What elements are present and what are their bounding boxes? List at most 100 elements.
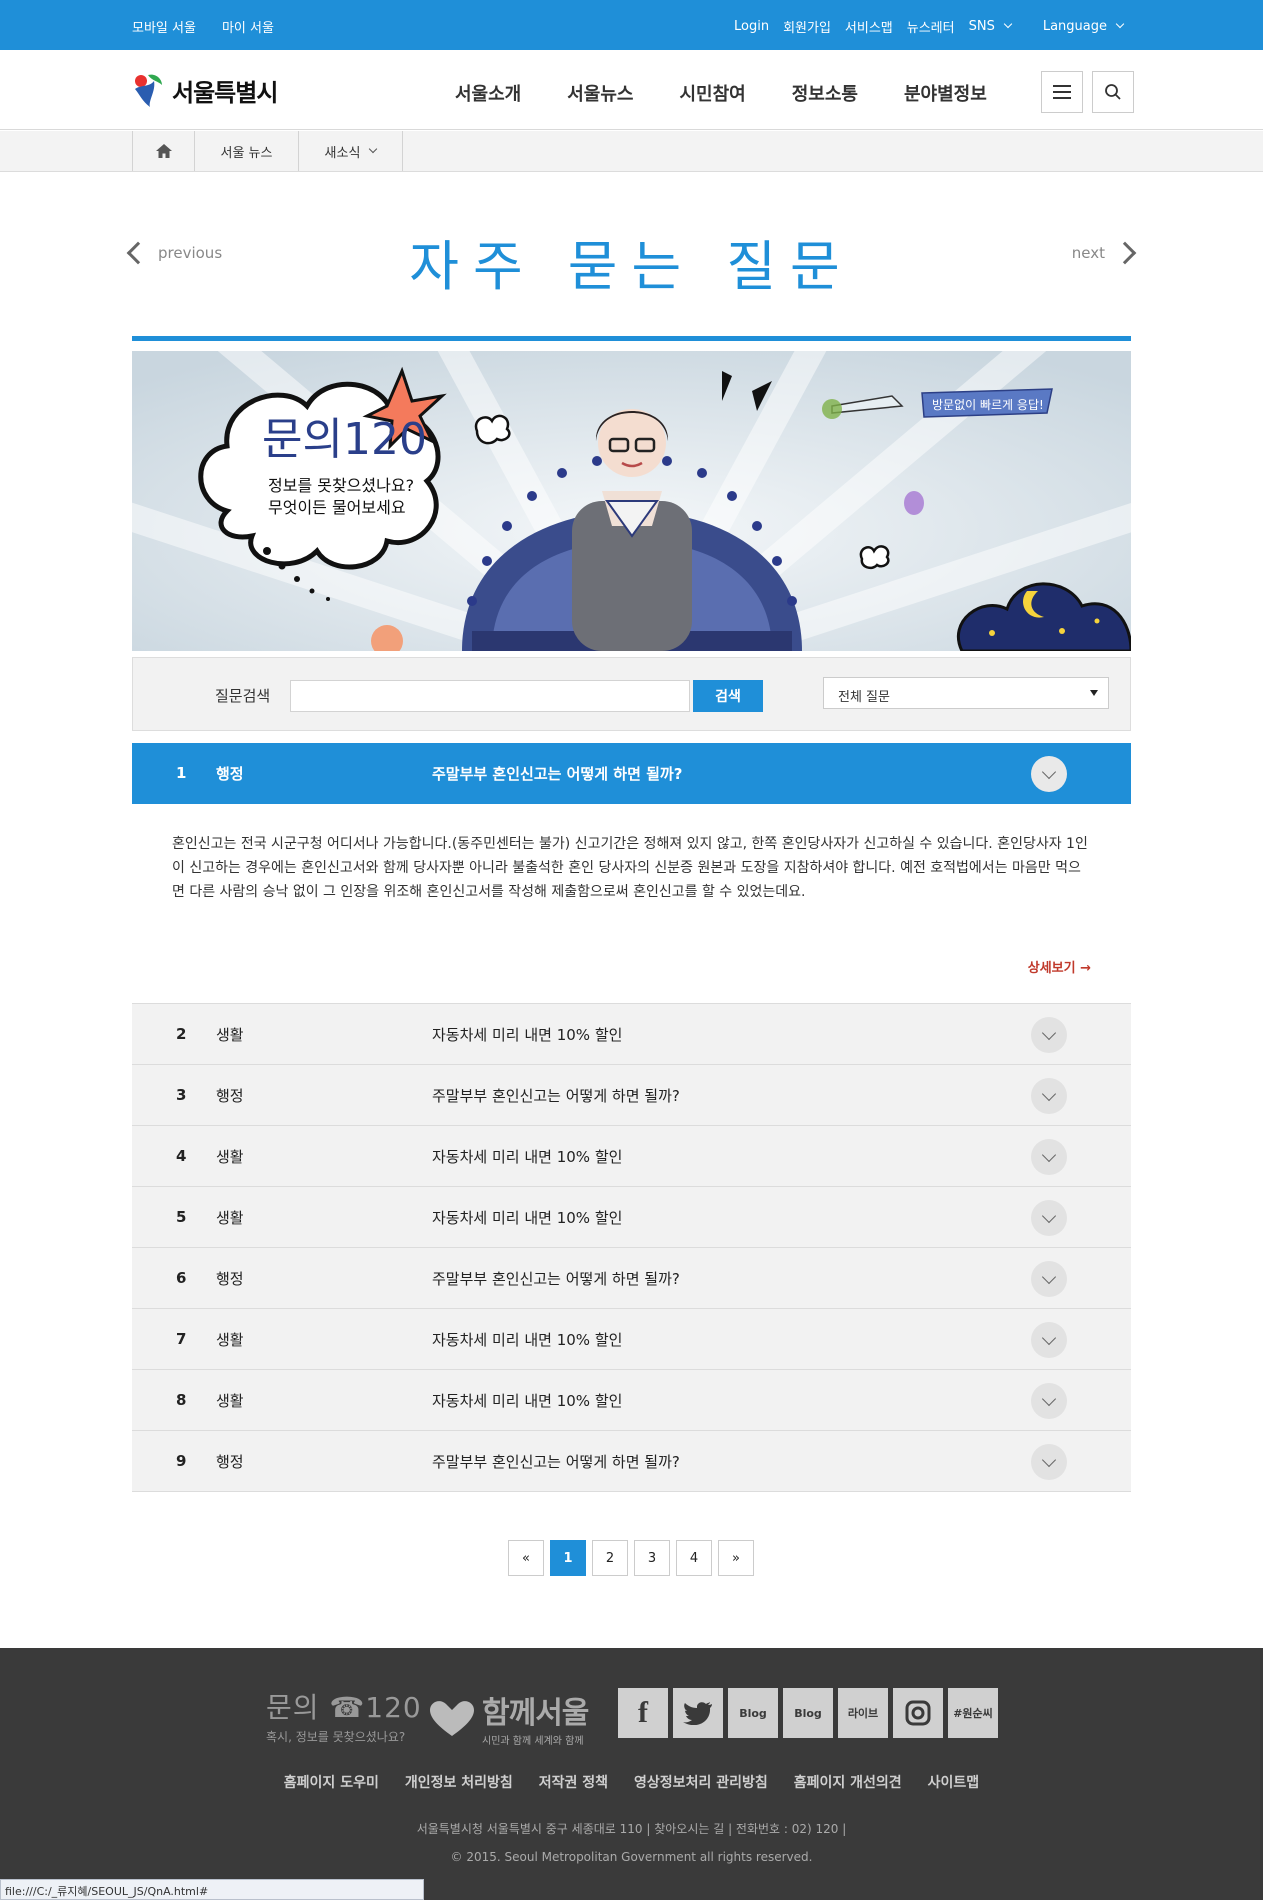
twitter-icon[interactable] (673, 1688, 723, 1738)
mobile-seoul-link[interactable]: 모바일 서울 (132, 17, 196, 36)
faq-question: 주말부부 혼인신고는 어떻게 하면 될까? (432, 1087, 680, 1105)
faq-category: 생활 (216, 1392, 244, 1410)
nav-info[interactable]: 정보소통 (792, 80, 858, 106)
nav-citizen[interactable]: 시민참여 (680, 80, 746, 106)
faq-row[interactable]: 2 생활 자동차세 미리 내면 10% 할인 (132, 1004, 1131, 1065)
faq-search-input[interactable] (290, 680, 690, 712)
top-left-links: 모바일 서울 마이 서울 (132, 17, 274, 36)
expand-toggle-icon[interactable] (1031, 1383, 1067, 1419)
faq-number: 4 (176, 1147, 187, 1165)
footer-link-sitemap[interactable]: 사이트맵 (928, 1772, 980, 1792)
my-seoul-link[interactable]: 마이 서울 (222, 17, 274, 36)
breadcrumb-home[interactable] (133, 131, 195, 171)
faq-row-open[interactable]: 1 행정 주말부부 혼인신고는 어떻게 하면 될까? (132, 743, 1131, 804)
expand-toggle-icon[interactable] (1031, 1200, 1067, 1236)
signup-link[interactable]: 회원가입 (783, 17, 831, 36)
faq-number: 1 (176, 764, 187, 782)
expand-toggle-icon[interactable] (1031, 1444, 1067, 1480)
faq-question: 자동차세 미리 내면 10% 할인 (432, 1392, 623, 1410)
language-dropdown[interactable]: Language (1042, 19, 1125, 34)
breadcrumb-news-dropdown[interactable]: 새소식 (299, 131, 403, 171)
faq-row[interactable]: 6 행정 주말부부 혼인신고는 어떻게 하면 될까? (132, 1248, 1131, 1309)
footer-address: 서울특별시청 서울특별시 중구 세종대로 110 | 찾아오시는 길 | 전화번… (416, 1822, 847, 1836)
faq-question: 주말부부 혼인신고는 어떻게 하면 될까? (432, 1453, 680, 1471)
faq-search-button[interactable]: 검색 (693, 680, 763, 712)
faq-row[interactable]: 4 생활 자동차세 미리 내면 10% 할인 (132, 1126, 1131, 1187)
faq-category-select[interactable]: 전체 질문 (823, 677, 1109, 709)
page-button[interactable]: 2 (592, 1540, 628, 1576)
browser-status-bar: file:///C:/_류지혜/SEOUL_JS/QnA.html# (0, 1879, 424, 1900)
site-header: 서울특별시 서울소개 서울뉴스 시민참여 정보소통 분야별정보 (0, 50, 1263, 130)
last-page-button[interactable]: » (718, 1540, 754, 1576)
hamburger-icon (1053, 85, 1071, 99)
servicemap-link[interactable]: 서비스맵 (845, 17, 893, 36)
next-link[interactable]: next (1072, 241, 1137, 265)
facebook-glyph: f (638, 1696, 648, 1729)
faq-question: 주말부부 혼인신고는 어떻게 하면 될까? (432, 765, 683, 783)
site-footer: 문의 ☎120 혹시, 정보를 못찾으셨나요? 함께서울 시민과 함께 세계와 … (0, 1648, 1263, 1900)
newsletter-link[interactable]: 뉴스레터 (907, 17, 955, 36)
sns-dropdown[interactable]: SNS (969, 19, 1013, 34)
faq-row[interactable]: 3 행정 주말부부 혼인신고는 어떻게 하면 될까? (132, 1065, 1131, 1126)
menu-button[interactable] (1041, 71, 1083, 113)
nav-seoul-intro[interactable]: 서울소개 (455, 80, 521, 106)
faq-question: 자동차세 미리 내면 10% 할인 (432, 1148, 623, 1166)
faq-list: 1 행정 주말부부 혼인신고는 어떻게 하면 될까? 혼인신고는 전국 시군구청… (132, 743, 1131, 1492)
wonsoon-on-icon[interactable]: #원순씨 (948, 1688, 998, 1738)
expand-toggle-icon[interactable] (1031, 1078, 1067, 1114)
blog-label: Blog (739, 1706, 767, 1720)
blog-icon[interactable]: Blog (728, 1688, 778, 1738)
breadcrumb-news-label: 새소식 (324, 145, 361, 161)
blog-icon[interactable]: Blog (783, 1688, 833, 1738)
faq-category: 행정 (216, 765, 244, 783)
nav-seoul-news[interactable]: 서울뉴스 (567, 80, 633, 106)
faq-row[interactable]: 8 생활 자동차세 미리 내면 10% 할인 (132, 1370, 1131, 1431)
live-seoul-icon[interactable]: 라이브 (838, 1688, 888, 1738)
faq-question: 자동차세 미리 내면 10% 할인 (432, 1209, 623, 1227)
seoul-symbol-icon (135, 74, 162, 107)
together-title: 함께서울 (482, 1696, 589, 1731)
language-label: Language (1042, 19, 1107, 34)
page-button[interactable]: 3 (634, 1540, 670, 1576)
footer-link-feedback[interactable]: 홈페이지 개선의견 (794, 1772, 902, 1792)
expand-toggle-icon[interactable] (1031, 1139, 1067, 1175)
dropdown-arrow-icon (1090, 690, 1098, 696)
login-link[interactable]: Login (734, 19, 769, 34)
search-label: 질문검색 (215, 687, 271, 705)
banner-ribbon: 방문없이 빠르게 응답! (932, 398, 1044, 412)
detail-link[interactable]: 상세보기 → (1028, 957, 1091, 976)
seoul-logo[interactable]: 서울특별시 (132, 70, 278, 110)
faq-category: 생활 (216, 1209, 244, 1227)
footer-link-privacy[interactable]: 개인정보 처리방침 (405, 1772, 513, 1792)
faq-row[interactable]: 7 생활 자동차세 미리 내면 10% 할인 (132, 1309, 1131, 1370)
faq-number: 7 (176, 1330, 187, 1348)
page-button[interactable]: 4 (676, 1540, 712, 1576)
expand-toggle-icon[interactable] (1031, 1017, 1067, 1053)
faq-row[interactable]: 9 행정 주말부부 혼인신고는 어떻게 하면 될까? (132, 1431, 1131, 1492)
faq-category-value: 전체 질문 (838, 690, 890, 705)
banner-illustration: 문의120 정보를 못찾으셨나요? 무엇이든 물어보세요 방문없이 빠르게 응답… (132, 351, 1131, 651)
expand-toggle-icon[interactable] (1031, 1261, 1067, 1297)
faq-banner: 문의120 정보를 못찾으셨나요? 무엇이든 물어보세요 방문없이 빠르게 응답… (132, 351, 1131, 651)
page-button-current[interactable]: 1 (550, 1540, 586, 1576)
collapse-toggle-icon[interactable] (1031, 756, 1067, 792)
faq-number: 9 (176, 1452, 187, 1470)
breadcrumb-seoul-news[interactable]: 서울 뉴스 (195, 131, 299, 171)
banner-line1: 정보를 못찾으셨나요? (268, 476, 414, 495)
faq-answer-panel: 혼인신고는 전국 시군구청 어디서나 가능합니다.(동주민센터는 불가) 신고기… (132, 804, 1131, 1004)
faq-number: 3 (176, 1086, 187, 1104)
footer-link-cctv[interactable]: 영상정보처리 관리방침 (634, 1772, 768, 1792)
instagram-icon[interactable] (893, 1688, 943, 1738)
first-page-button[interactable]: « (508, 1540, 544, 1576)
facebook-icon[interactable]: f (618, 1688, 668, 1738)
header-search-button[interactable] (1092, 71, 1134, 113)
footer-link-help[interactable]: 홈페이지 도우미 (284, 1772, 379, 1792)
footer-link-copyright[interactable]: 저작권 정책 (539, 1772, 608, 1792)
footer-sns-links: f Blog Blog 라이브 #원순씨 (618, 1688, 998, 1738)
live-label: 라이브 (847, 1707, 879, 1720)
twitter-bird-glyph (683, 1702, 712, 1725)
faq-row[interactable]: 5 생활 자동차세 미리 내면 10% 할인 (132, 1187, 1131, 1248)
expand-toggle-icon[interactable] (1031, 1322, 1067, 1358)
faq-number: 6 (176, 1269, 187, 1287)
nav-fields[interactable]: 분야별정보 (904, 80, 987, 106)
